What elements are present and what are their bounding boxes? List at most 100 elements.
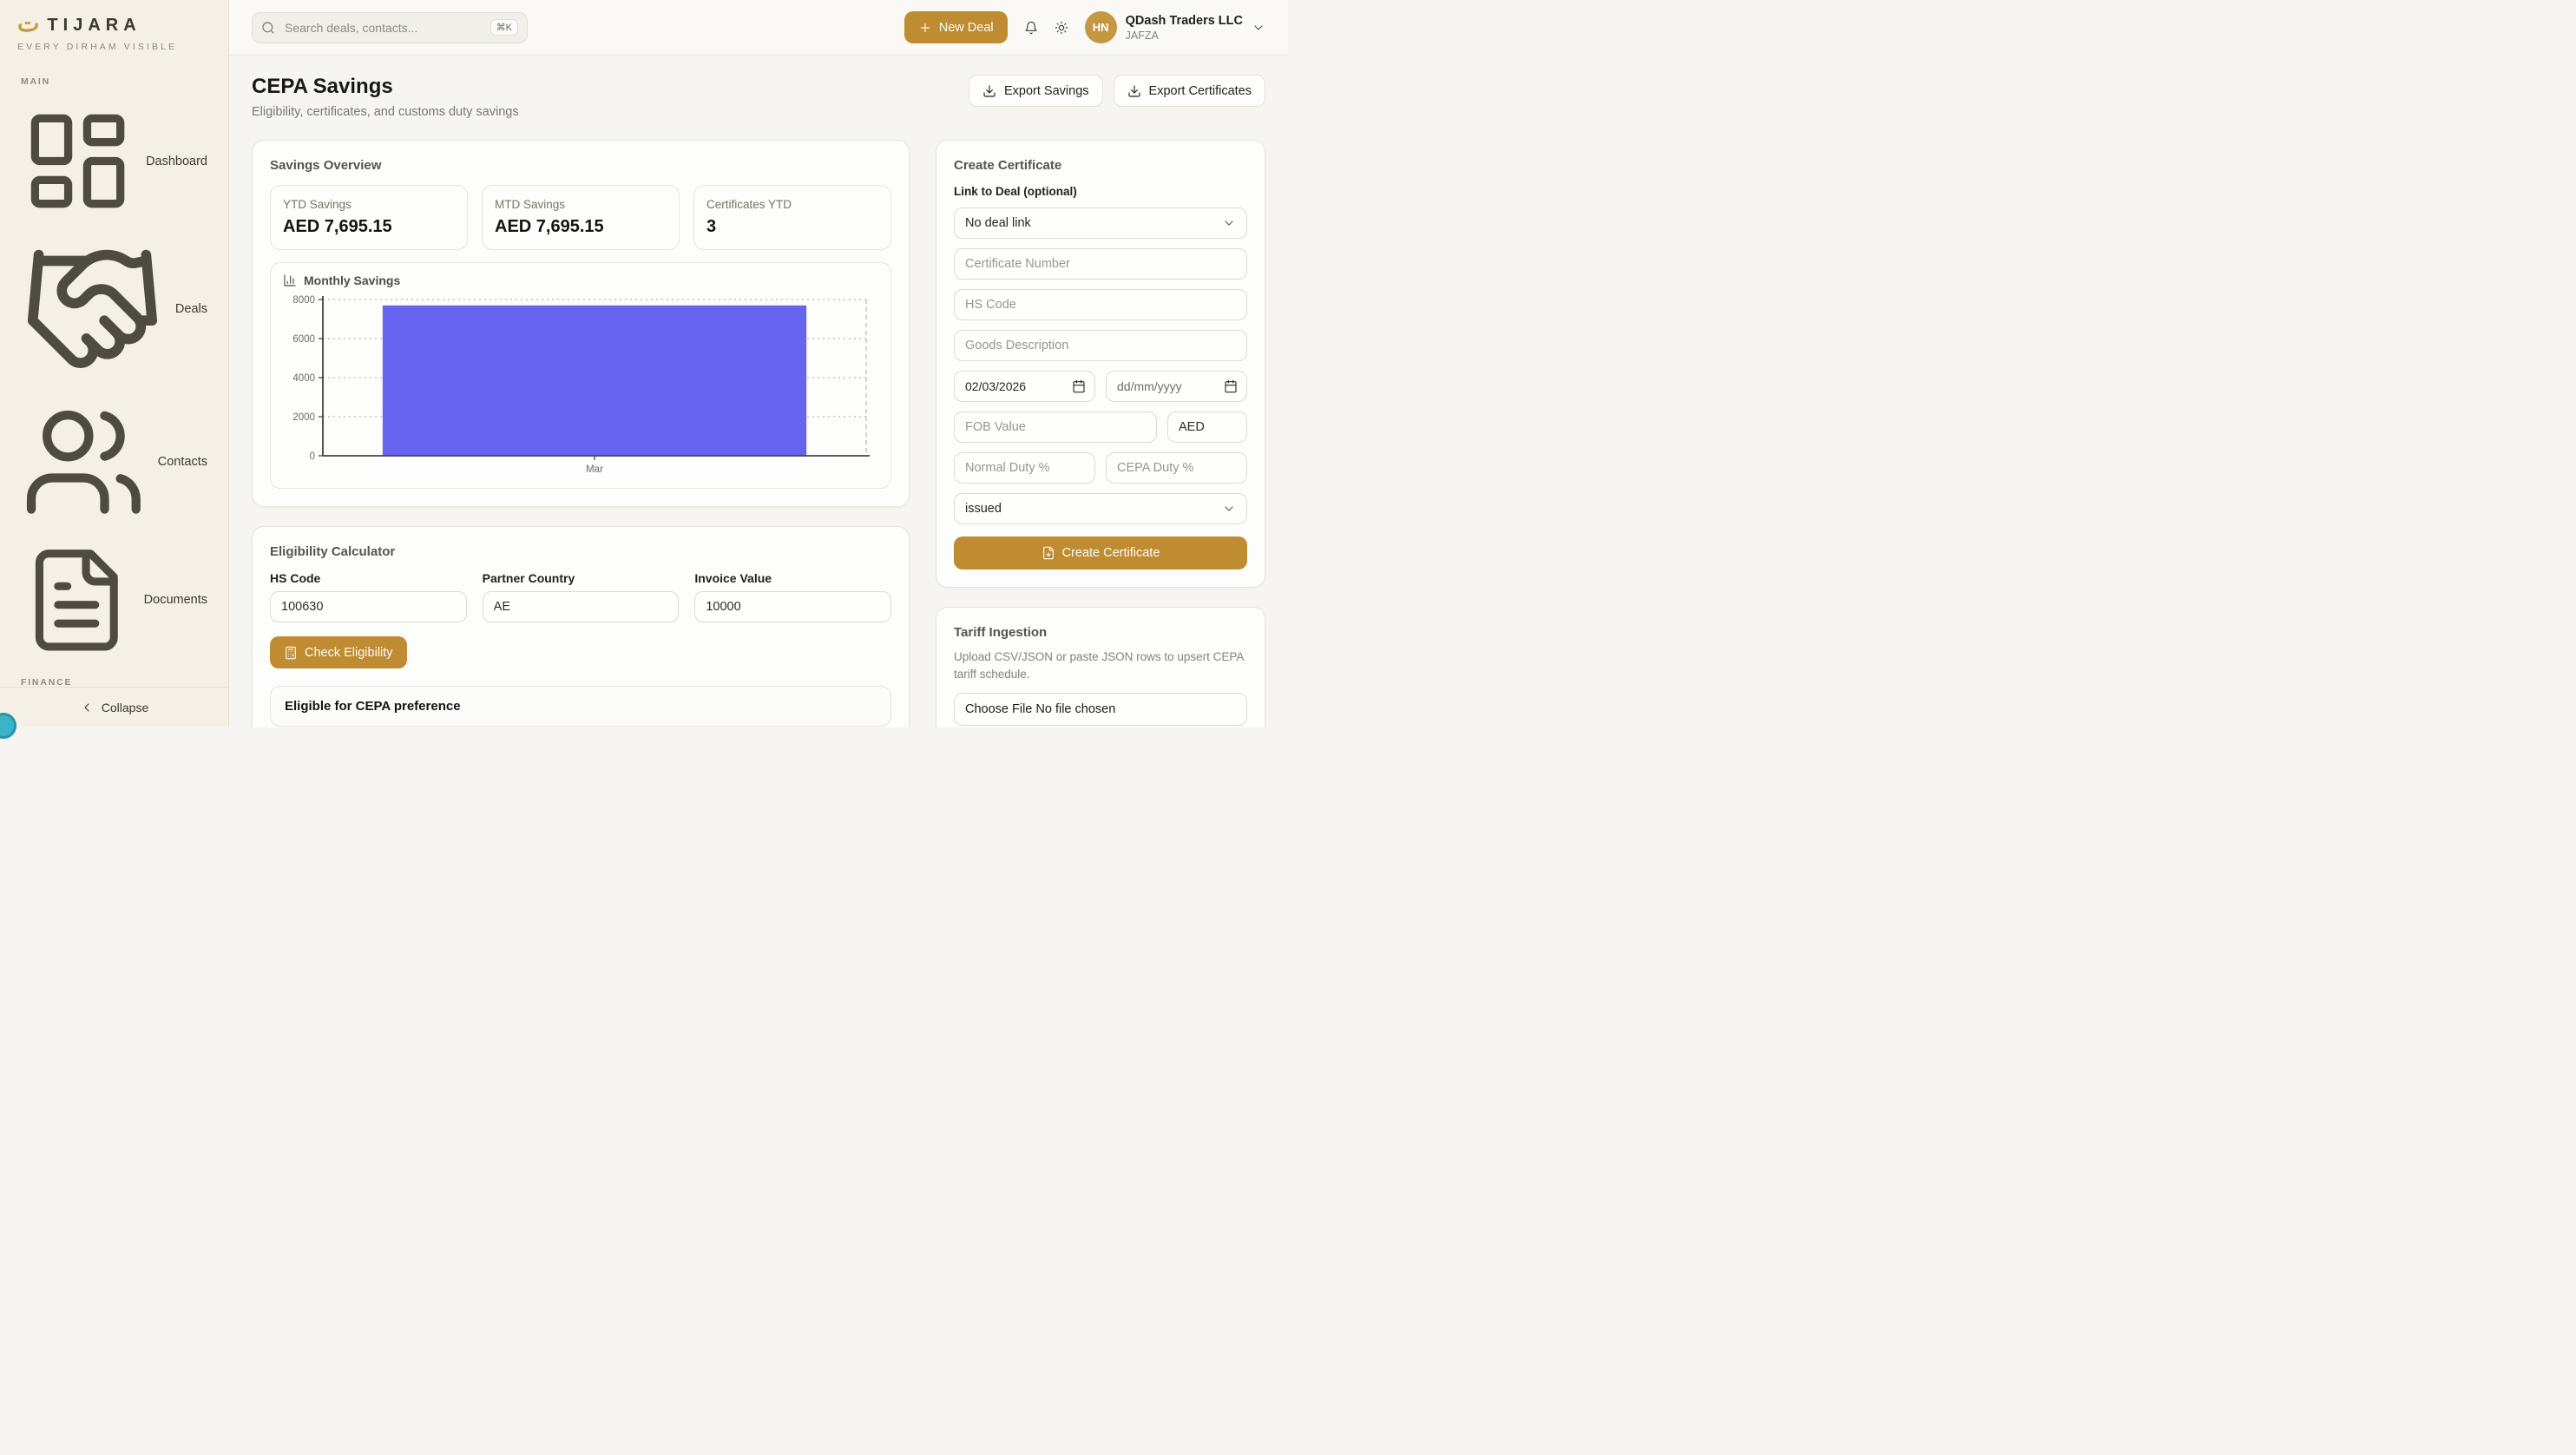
theme-toggle-button[interactable] [1055,21,1068,35]
collapse-button[interactable]: Collapse [0,687,228,728]
search-input[interactable] [283,20,483,36]
chart-title: Monthly Savings [304,273,400,287]
new-deal-button[interactable]: New Deal [904,11,1008,43]
page-title: CEPA Savings [252,75,519,99]
brand-logo: ت TIJARA EVERY DIRHAM VISIBLE [0,0,228,63]
calendar-icon [1072,379,1086,393]
create-certificate-label: Create Certificate [1062,546,1160,560]
deal-link-select[interactable]: No deal link [954,207,1247,239]
svg-text:8000: 8000 [292,295,315,306]
chevron-left-icon [80,701,94,714]
avatar: HN [1085,11,1117,43]
brand-glyph-icon: ت [17,12,39,36]
normal-duty-input[interactable] [954,452,1095,484]
check-eligibility-button[interactable]: Check Eligibility [270,636,407,668]
create-certificate-button[interactable]: Create Certificate [954,537,1247,569]
chevron-down-icon [1222,502,1236,516]
eligibility-calculator-card: Eligibility Calculator HS Code Partner Co… [252,526,910,728]
tariff-description: Upload CSV/JSON or paste JSON rows to up… [954,648,1247,682]
svg-text:6000: 6000 [292,334,315,345]
hs-code-input[interactable] [954,289,1247,320]
link-to-deal-label: Link to Deal (optional) [954,185,1247,198]
sidebar-item-documents[interactable]: Documents [10,537,218,664]
tariff-file-input[interactable]: Choose File No file chosen [954,693,1247,726]
certificate-number-input[interactable] [954,248,1247,280]
search-box[interactable]: ⌘K [252,12,528,43]
user-name: QDash Traders LLC [1126,13,1243,29]
chevron-down-icon [1252,21,1265,35]
sun-icon [1055,21,1068,35]
stat-label: YTD Savings [283,198,455,211]
check-eligibility-label: Check Eligibility [305,646,393,660]
partner-country-input[interactable] [483,591,680,622]
expiry-date-input[interactable]: dd/mm/yyyy [1106,371,1247,402]
bar-chart-icon [283,273,297,287]
field-label: HS Code [270,571,467,585]
create-certificate-title: Create Certificate [954,158,1247,173]
new-deal-label: New Deal [939,21,994,35]
topbar: ⌘K New Deal HN QDash Traders LLC JA [229,0,1288,56]
status-select[interactable]: issued [954,493,1247,524]
stat-card-mtd-savings: MTD SavingsAED 7,695.15 [482,185,680,250]
eligibility-title: Eligibility Calculator [270,544,891,559]
plus-icon [918,21,932,35]
stat-value: AED 7,695.15 [495,217,667,237]
handshake-icon [21,237,164,380]
svg-text:0: 0 [310,451,315,462]
field-label: Partner Country [483,571,680,585]
sidebar-item-label: Contacts [158,455,207,469]
sidebar-nav: MAINDashboardDealsContactsDocumentsFINAN… [0,63,228,687]
field-invoice-value: Invoice Value [694,571,891,622]
savings-overview-card: Savings Overview YTD Savings AED 7,695.15… [252,140,910,507]
cepa-duty-input[interactable] [1106,452,1247,484]
stat-value: 3 [706,217,878,237]
sidebar: ت TIJARA EVERY DIRHAM VISIBLE MAINDashbo… [0,0,229,728]
svg-text:4000: 4000 [292,373,315,384]
stat-value: AED 7,695.15 [283,217,455,237]
search-icon [261,21,275,35]
user-menu[interactable]: HN QDash Traders LLC JAFZA [1085,11,1265,43]
export-savings-label: Export Savings [1004,84,1089,98]
monthly-savings-chart-card: Monthly Savings 02000400060008000Mar [270,262,891,489]
hs-code-input[interactable] [270,591,467,622]
file-plus-icon [1042,546,1055,560]
sidebar-item-label: Deals [175,302,207,316]
notifications-button[interactable] [1024,21,1038,35]
file-text-icon [21,544,133,656]
main-area: ⌘K New Deal HN QDash Traders LLC JA [229,0,1288,728]
download-icon [982,84,996,98]
issue-date-value: 02/03/2026 [965,379,1026,393]
sidebar-item-label: Documents [144,593,207,607]
currency-input[interactable] [1167,411,1247,443]
collapse-label: Collapse [102,701,148,714]
export-certificates-button[interactable]: Export Certificates [1114,75,1265,107]
savings-overview-title: Savings Overview [270,158,891,173]
expiry-date-placeholder: dd/mm/yyyy [1117,379,1182,393]
users-icon [21,399,147,525]
stat-label: Certificates YTD [706,198,878,211]
export-savings-button[interactable]: Export Savings [969,75,1103,107]
sidebar-item-contacts[interactable]: Contacts [10,392,218,533]
tariff-ingestion-card: Tariff Ingestion Upload CSV/JSON or past… [936,607,1265,728]
brand-name: TIJARA [47,16,141,36]
dashboard-icon [21,104,135,218]
eligibility-result-title: Eligible for CEPA preference [285,699,877,714]
invoice-value-input[interactable] [694,591,891,622]
calendar-icon [1224,379,1238,393]
eligibility-fields: HS Code Partner Country Invoice Value [270,571,891,622]
deal-link-value: No deal link [965,216,1031,230]
stats-row: YTD SavingsAED 7,695.15MTD SavingsAED 7,… [270,185,891,250]
goods-description-input[interactable] [954,330,1247,361]
chevron-down-icon [1222,216,1236,230]
bell-icon [1024,21,1038,35]
field-partner-country: Partner Country [483,571,680,622]
fob-value-input[interactable] [954,411,1157,443]
export-certificates-label: Export Certificates [1149,84,1252,98]
tariff-title: Tariff Ingestion [954,625,1247,640]
sidebar-item-deals[interactable]: Deals [10,229,218,388]
user-org: JAFZA [1126,30,1243,42]
sidebar-item-dashboard[interactable]: Dashboard [10,96,218,226]
search-shortcut-badge: ⌘K [490,19,518,36]
issue-date-input[interactable]: 02/03/2026 [954,371,1095,402]
svg-text:2000: 2000 [292,412,315,423]
